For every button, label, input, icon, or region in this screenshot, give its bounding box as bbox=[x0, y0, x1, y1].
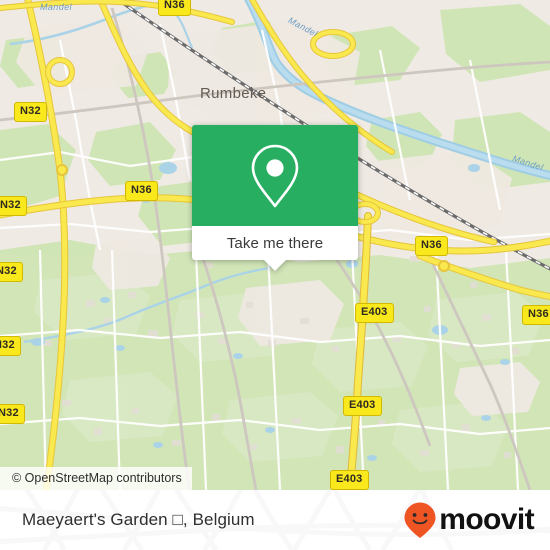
map-pin-icon bbox=[251, 144, 299, 207]
road-shield-n36-9: N36 bbox=[522, 305, 550, 325]
map-viewport[interactable]: MandelMandelMandelRumbeke N36N32N36N32N3… bbox=[0, 0, 550, 490]
popup-pointer-tail bbox=[264, 260, 286, 271]
osm-attribution[interactable]: © OpenStreetMap contributors bbox=[0, 467, 192, 490]
road-shield-n32-4: N32 bbox=[0, 262, 23, 282]
road-shield-n32-6: N32 bbox=[0, 404, 25, 424]
road-shield-e403-8: E403 bbox=[355, 303, 394, 323]
bottom-info-bar: Maeyaert's Garden □, Belgium moovit bbox=[0, 490, 550, 550]
place-popup-card[interactable]: Take me there bbox=[192, 125, 358, 271]
road-shield-e403-10: E403 bbox=[343, 396, 382, 416]
road-shield-n36-2: N36 bbox=[125, 181, 158, 201]
road-shield-n36-7: N36 bbox=[415, 236, 448, 256]
road-shield-e403-11: E403 bbox=[330, 470, 369, 490]
take-me-there-button[interactable]: Take me there bbox=[227, 235, 323, 252]
road-shield-n36-0: N36 bbox=[158, 0, 191, 16]
road-shield-n32-5: N32 bbox=[0, 336, 21, 356]
moovit-brand-logo[interactable]: moovit bbox=[403, 501, 535, 539]
place-title: Maeyaert's Garden □, Belgium bbox=[22, 510, 255, 529]
road-shield-n32-3: N32 bbox=[0, 196, 27, 216]
moovit-pin-smiley-icon bbox=[404, 502, 436, 538]
popup-action-row[interactable]: Take me there bbox=[192, 226, 358, 260]
popup-header bbox=[192, 125, 358, 226]
moovit-wordmark: moovit bbox=[439, 503, 534, 536]
moovit-place-map-screen: MandelMandelMandelRumbeke N36N32N36N32N3… bbox=[0, 0, 550, 550]
road-shield-n32-1: N32 bbox=[14, 102, 47, 122]
